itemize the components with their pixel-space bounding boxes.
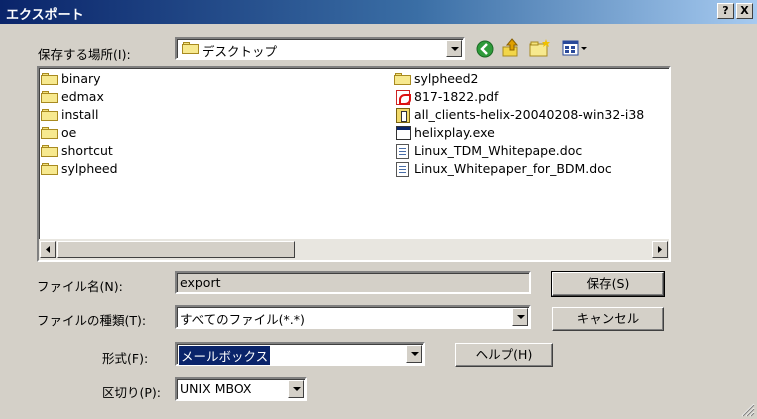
folder-icon (394, 73, 411, 85)
filetype-value: すべてのファイル(*.*) (180, 312, 305, 327)
folder-icon (41, 163, 58, 175)
list-item[interactable]: edmax (41, 89, 241, 106)
filename-label: ファイル名(N): (37, 279, 123, 294)
close-title-button[interactable]: X (736, 3, 753, 19)
help-title-button[interactable]: ? (717, 3, 734, 19)
up-folder-icon[interactable] (500, 37, 522, 59)
save-button[interactable]: 保存(S) (551, 271, 665, 297)
list-item[interactable]: Linux_Whitepaper_for_BDM.doc (394, 161, 669, 178)
folder-icon (182, 42, 199, 54)
list-item[interactable]: 817-1822.pdf (394, 89, 669, 106)
scroll-thumb[interactable] (57, 241, 295, 258)
list-item[interactable]: binary (41, 71, 241, 88)
folder-icon (41, 109, 58, 121)
delimiter-label: 区切り(P): (102, 385, 162, 400)
format-dropdown[interactable]: メールボックス (175, 342, 425, 366)
view-menu-icon[interactable] (561, 38, 589, 58)
list-item[interactable]: oe (41, 125, 241, 142)
filetype-label: ファイルの種類(T): (37, 313, 147, 328)
resize-grip-icon[interactable] (739, 401, 755, 417)
list-item[interactable]: shortcut (41, 143, 241, 160)
format-value: メールボックス (179, 346, 271, 365)
format-label: 形式(F): (102, 351, 149, 366)
folder-icon (41, 145, 58, 157)
chevron-down-icon[interactable] (288, 380, 304, 398)
chevron-right-icon (658, 246, 662, 253)
save-location-value: デスクトップ (202, 44, 278, 59)
filename-value: export (180, 275, 221, 290)
horizontal-scrollbar[interactable] (39, 239, 669, 260)
cancel-button[interactable]: キャンセル (552, 307, 664, 331)
list-item[interactable]: helixplay.exe (394, 125, 669, 142)
scroll-right-button[interactable] (652, 241, 668, 258)
folder-icon (41, 91, 58, 103)
help-button[interactable]: ヘルプ(H) (455, 343, 553, 367)
chevron-down-icon[interactable] (406, 345, 422, 363)
save-location-label: 保存する場所(I): (38, 47, 131, 62)
delimiter-dropdown[interactable]: UNIX MBOX (175, 377, 307, 401)
delimiter-value: UNIX MBOX (180, 381, 252, 396)
folder-icon (41, 73, 58, 85)
doc-icon (396, 144, 409, 159)
list-item[interactable]: install (41, 107, 241, 124)
export-dialog: エクスポート ? X 保存する場所(I): デスクトップ binary edma… (0, 0, 757, 419)
file-list[interactable]: binary edmax install oe shortcut sylphee… (37, 66, 671, 262)
chevron-down-icon[interactable] (446, 40, 462, 57)
list-item[interactable]: sylpheed2 (394, 71, 669, 88)
list-item[interactable]: Linux_TDM_Whitepape.doc (394, 143, 669, 160)
zip-icon (396, 108, 410, 123)
save-location-dropdown[interactable]: デスクトップ (175, 37, 465, 60)
scroll-left-button[interactable] (40, 241, 56, 258)
filetype-dropdown[interactable]: すべてのファイル(*.*) (175, 305, 531, 329)
doc-icon (396, 162, 409, 177)
new-folder-icon[interactable] (528, 38, 552, 58)
folder-icon (41, 127, 58, 139)
pdf-icon (396, 90, 411, 105)
list-item[interactable]: sylpheed (41, 161, 241, 178)
list-item[interactable]: all_clients-helix-20040208-win32-i38 (394, 107, 669, 124)
back-arrow-icon[interactable] (474, 38, 496, 60)
exe-icon (396, 126, 411, 140)
chevron-down-icon[interactable] (512, 308, 528, 326)
title-bar[interactable]: エクスポート ? X (0, 0, 757, 24)
chevron-left-icon (46, 246, 50, 253)
window-title: エクスポート (6, 8, 84, 23)
filename-input[interactable]: export (175, 271, 531, 294)
